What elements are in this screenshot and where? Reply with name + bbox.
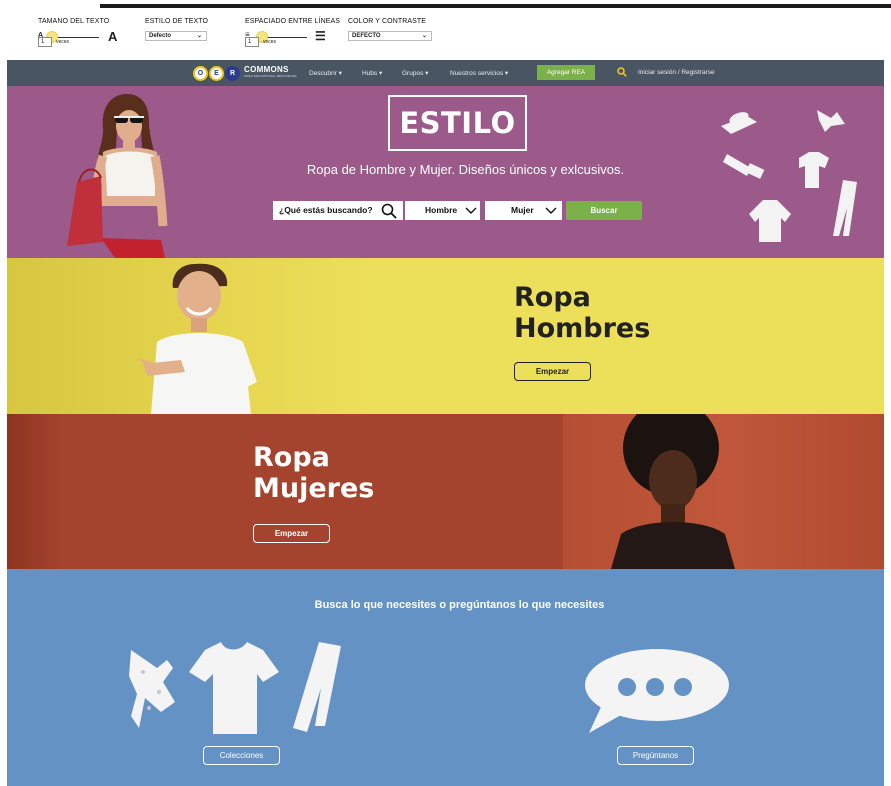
- text-style-select[interactable]: Defecto ⌄: [145, 31, 207, 41]
- line-spacing-title: ESPACIADO ENTRE LÍNEAS: [245, 18, 341, 25]
- nav-item-servicios[interactable]: Nuestros servicios ▾: [450, 69, 508, 77]
- nav-item-hubs[interactable]: Hubs ▾: [362, 69, 382, 77]
- ask-us-button[interactable]: Pregúntanos: [617, 746, 694, 765]
- text-size-unit: veces: [56, 39, 70, 45]
- men-title-line1: Ropa: [514, 282, 591, 313]
- women-title-line1: Ropa: [253, 442, 330, 473]
- add-oer-button[interactable]: Agregar REA: [537, 65, 595, 80]
- collections-button[interactable]: Colecciones: [203, 746, 280, 765]
- contrast-selected: DEFECTO: [352, 33, 381, 39]
- text-size-title: TAMANO DEL TEXTO: [38, 18, 110, 25]
- hero-section: ESTILO Ropa de Hombre y Mujer. Diseños ú…: [7, 86, 884, 258]
- logo-letter-r: R: [225, 65, 240, 81]
- dropdown-label: Mujer: [511, 205, 534, 215]
- hero-search-input[interactable]: ¿Qué estás buscando?: [273, 201, 403, 220]
- men-title-line2: Hombres: [514, 313, 651, 344]
- men-title: Ropa Hombres: [514, 282, 650, 344]
- clothing-icons-illustration: [721, 110, 857, 242]
- contrast-select[interactable]: DEFECTO ⌄: [348, 31, 432, 41]
- estilo-logo-box: ESTILO: [388, 95, 527, 151]
- login-link[interactable]: Iniciar sesión / Registrarse: [638, 69, 715, 76]
- text-style-title: ESTILO DE TEXTO: [145, 18, 209, 25]
- woman-portrait-image: [563, 414, 884, 569]
- dropdown-label: Hombre: [425, 205, 458, 215]
- contrast-control: COLOR Y CONTRASTE DEFECTO ⌄: [348, 18, 438, 41]
- men-start-button[interactable]: Empezar: [514, 362, 591, 381]
- line-spacing-value-input[interactable]: 1: [245, 37, 259, 47]
- logo-text: COMMONS OPEN EDUCATIONAL RESOURCES: [244, 66, 297, 79]
- nav-item-label: Hubs: [362, 70, 378, 77]
- accessibility-toolbar: TAMANO DEL TEXTO A A 1 veces ESTILO DE T…: [0, 8, 891, 60]
- logo-letter-o: O: [193, 65, 208, 81]
- chevron-down-icon: [465, 207, 477, 214]
- oer-commons-logo[interactable]: O E R COMMONS OPEN EDUCATIONAL RESOURCES: [193, 64, 297, 82]
- logo-letter-e: E: [209, 65, 224, 81]
- chat-bubble-icon: [585, 649, 729, 733]
- women-section: Ropa Mujeres Empezar: [7, 414, 884, 569]
- gender-men-dropdown[interactable]: Hombre: [405, 201, 480, 220]
- contrast-title: COLOR Y CONTRASTE: [348, 18, 427, 25]
- main-nav: O E R COMMONS OPEN EDUCATIONAL RESOURCES…: [7, 60, 884, 86]
- big-a-label: A: [108, 29, 118, 44]
- help-heading: Busca lo que necesites o pregúntanos lo …: [314, 599, 605, 611]
- search-icon[interactable]: [617, 67, 627, 77]
- chevron-down-icon: ⌄: [196, 33, 202, 39]
- clothing-icon: [129, 642, 341, 734]
- help-section: Busca lo que necesites o pregúntanos lo …: [7, 569, 884, 786]
- search-button[interactable]: Buscar: [566, 201, 642, 220]
- nav-item-descubrir[interactable]: Descubrir ▾: [309, 69, 342, 77]
- text-style-control: ESTILO DE TEXTO Defecto ⌄: [145, 18, 215, 41]
- search-icon[interactable]: [381, 203, 397, 219]
- nav-item-label: Nuestros servicios: [450, 70, 504, 77]
- text-style-selected: Defecto: [149, 33, 172, 39]
- hero-title: ESTILO: [399, 106, 516, 140]
- women-title-line2: Mujeres: [253, 473, 375, 504]
- nav-item-grupos[interactable]: Grupos ▾: [402, 69, 428, 77]
- chevron-down-icon: [545, 207, 557, 214]
- gender-women-dropdown[interactable]: Mujer: [485, 201, 562, 220]
- women-start-button[interactable]: Empezar: [253, 524, 330, 543]
- nav-item-label: Grupos: [402, 70, 424, 77]
- wide-lines-icon: ☰: [315, 29, 326, 43]
- line-spacing-unit: veces: [263, 39, 277, 45]
- men-section: Ropa Hombres Empezar: [7, 258, 884, 414]
- logo-tagline: OPEN EDUCATIONAL RESOURCES: [244, 74, 297, 78]
- text-size-control: TAMANO DEL TEXTO A A 1 veces: [38, 18, 118, 47]
- search-placeholder: ¿Qué estás buscando?: [279, 205, 373, 215]
- man-pointing-image: [137, 263, 257, 414]
- women-title: Ropa Mujeres: [253, 442, 374, 504]
- chevron-down-icon: ⌄: [421, 33, 427, 39]
- text-size-value-input[interactable]: 1: [38, 37, 52, 47]
- page: TAMANO DEL TEXTO A A 1 veces ESTILO DE T…: [0, 0, 891, 786]
- line-spacing-control: ESPACIADO ENTRE LÍNEAS ≡ ☰ 1 veces: [245, 18, 341, 47]
- nav-item-label: Descubrir: [309, 70, 337, 77]
